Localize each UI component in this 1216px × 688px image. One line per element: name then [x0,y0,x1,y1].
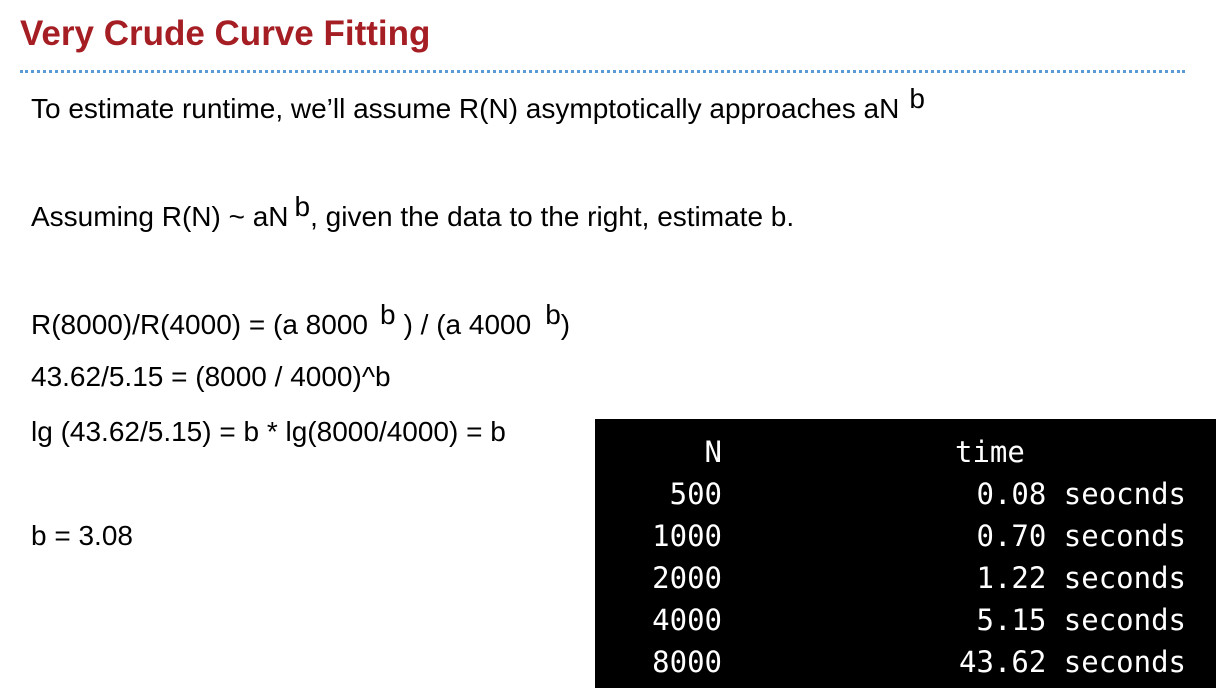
row-time: 0.08 seocnds [976,477,1186,511]
table-row: 8000 43.62 seconds [595,645,1216,687]
row-n: 1000 [652,519,722,553]
table-row: 500 0.08 seocnds [595,477,1216,519]
terminal-output-panel: N time 500 0.08 seocnds 1000 0.70 second… [595,419,1216,688]
row-time: 0.70 seconds [976,519,1186,553]
ratio-part3: ) [560,309,571,340]
table-row: 4000 5.15 seconds [595,603,1216,645]
table-header-row: N time [595,435,1216,477]
row-n: 500 [669,477,722,511]
question-line: Assuming R(N) ~ aN b, given the data to t… [31,193,795,232]
question-pre: Assuming R(N) ~ aN [31,201,289,232]
ratio-line: R(8000)/R(4000) = (a 8000 b) / (a 4000 b) [31,301,571,340]
assumption-line: To estimate runtime, we’ll assume R(N) a… [31,85,925,124]
question-post: , given the data to the right, estimate … [310,201,795,232]
title-divider [20,70,1185,73]
ratio-part1: R(8000)/R(4000) = (a 8000 [31,309,368,340]
row-time: 5.15 seconds [976,603,1186,637]
assumption-exponent: b [909,83,925,115]
table-row: 1000 0.70 seconds [595,519,1216,561]
row-n: 8000 [652,645,722,679]
log-line: lg (43.62/5.15) = b * lg(8000/4000) = b [31,416,506,447]
ratio-exponent-1: b [379,299,396,331]
row-n: 4000 [652,603,722,637]
header-time: time [955,435,1025,469]
table-row: 2000 1.22 seconds [595,561,1216,603]
runtime-table: N time 500 0.08 seocnds 1000 0.70 second… [595,435,1216,687]
assumption-text: To estimate runtime, we’ll assume R(N) a… [31,93,900,124]
header-n: N [704,435,722,469]
equation-line: 43.62/5.15 = (8000 / 4000)^b [31,361,391,392]
row-time: 43.62 seconds [959,645,1186,679]
row-time: 1.22 seconds [976,561,1186,595]
row-n: 2000 [652,561,722,595]
ratio-exponent-2: b [545,299,561,331]
slide-title: Very Crude Curve Fitting [20,14,431,53]
answer-line: b = 3.08 [31,520,133,551]
question-exponent: b [294,191,311,223]
ratio-part2: ) / (a 4000 [403,309,532,340]
